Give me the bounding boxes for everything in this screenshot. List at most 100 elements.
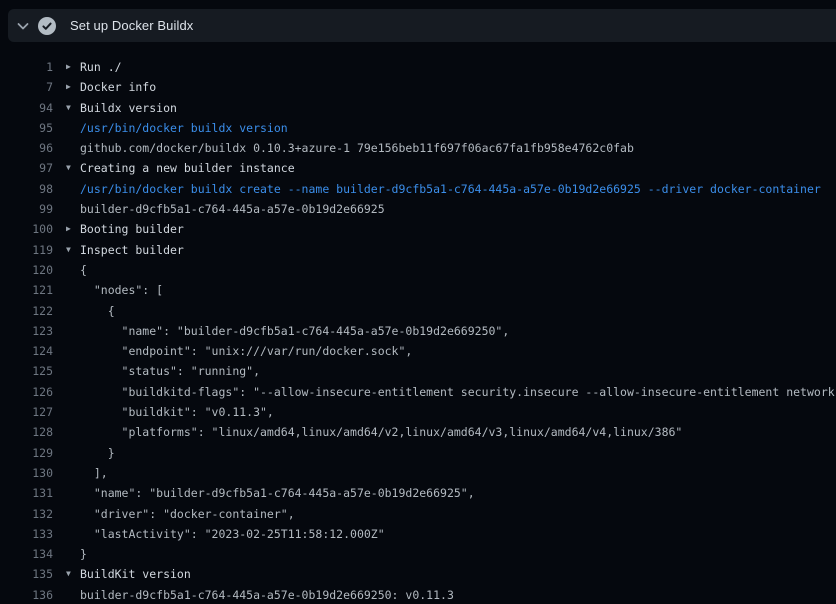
step-header[interactable]: Set up Docker Buildx: [8, 9, 836, 42]
log-line: 126 "buildkitd-flags": "--allow-insecure…: [0, 382, 836, 402]
line-number[interactable]: 130: [0, 463, 53, 483]
caret-spacer: [53, 321, 80, 341]
line-number[interactable]: 98: [0, 179, 53, 199]
output-text: builder-d9cfb5a1-c764-445a-a57e-0b19d2e6…: [80, 199, 385, 219]
output-text: "lastActivity": "2023-02-25T11:58:12.000…: [80, 524, 385, 544]
log-line: 125 "status": "running",: [0, 361, 836, 381]
caret-spacer: [53, 138, 80, 158]
log-line: 123 "name": "builder-d9cfb5a1-c764-445a-…: [0, 321, 836, 341]
line-number[interactable]: 129: [0, 443, 53, 463]
group-title: Run ./: [80, 57, 122, 77]
line-number[interactable]: 126: [0, 382, 53, 402]
command-text: /usr/bin/docker buildx create --name bui…: [80, 179, 821, 199]
line-number[interactable]: 122: [0, 301, 53, 321]
caret-spacer: [53, 260, 80, 280]
log-group-row[interactable]: 100▶Booting builder: [0, 219, 836, 239]
line-number[interactable]: 99: [0, 199, 53, 219]
output-text: "name": "builder-d9cfb5a1-c764-445a-a57e…: [80, 321, 509, 341]
step-success-icon: [38, 17, 56, 35]
output-text: "buildkitd-flags": "--allow-insecure-ent…: [80, 382, 835, 402]
line-number[interactable]: 123: [0, 321, 53, 341]
caret-collapsed-icon[interactable]: ▶: [53, 57, 80, 77]
caret-spacer: [53, 585, 80, 604]
group-title: Docker info: [80, 77, 156, 97]
output-text: {: [80, 260, 87, 280]
line-number[interactable]: 119: [0, 240, 53, 260]
caret-expanded-icon[interactable]: ▼: [53, 158, 80, 178]
log-group-row[interactable]: 1▶Run ./: [0, 57, 836, 77]
line-number[interactable]: 136: [0, 585, 53, 604]
log-line: 121 "nodes": [: [0, 280, 836, 300]
caret-spacer: [53, 483, 80, 503]
output-text: {: [80, 301, 115, 321]
output-text: "nodes": [: [80, 280, 163, 300]
log-group-row[interactable]: 135▼BuildKit version: [0, 564, 836, 584]
caret-spacer: [53, 422, 80, 442]
log-line: 120 {: [0, 260, 836, 280]
log-line: 99 builder-d9cfb5a1-c764-445a-a57e-0b19d2…: [0, 199, 836, 219]
caret-spacer: [53, 382, 80, 402]
line-number[interactable]: 131: [0, 483, 53, 503]
group-title: BuildKit version: [80, 564, 191, 584]
line-number[interactable]: 94: [0, 98, 53, 118]
line-number[interactable]: 97: [0, 158, 53, 178]
caret-spacer: [53, 524, 80, 544]
log-line: 130 ],: [0, 463, 836, 483]
log-line: 129 }: [0, 443, 836, 463]
step-title: Set up Docker Buildx: [70, 18, 193, 33]
log-group-row[interactable]: 97▼Creating a new builder instance: [0, 158, 836, 178]
log-group-row[interactable]: 7▶Docker info: [0, 77, 836, 97]
log-line: 134}: [0, 544, 836, 564]
log-line: 133 "lastActivity": "2023-02-25T11:58:12…: [0, 524, 836, 544]
line-number[interactable]: 121: [0, 280, 53, 300]
caret-spacer: [53, 443, 80, 463]
line-number[interactable]: 127: [0, 402, 53, 422]
line-number[interactable]: 132: [0, 504, 53, 524]
caret-spacer: [53, 341, 80, 361]
log-lines: 1▶Run ./7▶Docker info94▼Buildx version95…: [0, 57, 836, 604]
line-number[interactable]: 96: [0, 138, 53, 158]
chevron-down-icon[interactable]: [15, 18, 31, 34]
caret-spacer: [53, 280, 80, 300]
output-text: github.com/docker/buildx 0.10.3+azure-1 …: [80, 138, 634, 158]
log-line: 127 "buildkit": "v0.11.3",: [0, 402, 836, 422]
caret-spacer: [53, 463, 80, 483]
group-title: Creating a new builder instance: [80, 158, 295, 178]
group-title: Booting builder: [80, 219, 184, 239]
group-title: Buildx version: [80, 98, 177, 118]
output-text: "platforms": "linux/amd64,linux/amd64/v2…: [80, 422, 682, 442]
caret-collapsed-icon[interactable]: ▶: [53, 77, 80, 97]
line-number[interactable]: 120: [0, 260, 53, 280]
caret-spacer: [53, 361, 80, 381]
output-text: "buildkit": "v0.11.3",: [80, 402, 274, 422]
log-line: 128 "platforms": "linux/amd64,linux/amd6…: [0, 422, 836, 442]
caret-spacer: [53, 199, 80, 219]
caret-collapsed-icon[interactable]: ▶: [53, 219, 80, 239]
log-line: 96 github.com/docker/buildx 0.10.3+azure-…: [0, 138, 836, 158]
caret-expanded-icon[interactable]: ▼: [53, 98, 80, 118]
line-number[interactable]: 125: [0, 361, 53, 381]
line-number[interactable]: 135: [0, 564, 53, 584]
actions-log-viewer: Set up Docker Buildx 1▶Run ./7▶Docker in…: [0, 0, 836, 604]
line-number[interactable]: 133: [0, 524, 53, 544]
log-line: 95/usr/bin/docker buildx version: [0, 118, 836, 138]
line-number[interactable]: 128: [0, 422, 53, 442]
log-line: 131 "name": "builder-d9cfb5a1-c764-445a-…: [0, 483, 836, 503]
line-number[interactable]: 1: [0, 57, 53, 77]
line-number[interactable]: 134: [0, 544, 53, 564]
log-line: 122 {: [0, 301, 836, 321]
log-group-row[interactable]: 119▼Inspect builder: [0, 240, 836, 260]
caret-spacer: [53, 402, 80, 422]
log-group-row[interactable]: 94▼Buildx version: [0, 98, 836, 118]
caret-expanded-icon[interactable]: ▼: [53, 564, 80, 584]
output-text: builder-d9cfb5a1-c764-445a-a57e-0b19d2e6…: [80, 585, 454, 604]
output-text: "endpoint": "unix:///var/run/docker.sock…: [80, 341, 412, 361]
line-number[interactable]: 124: [0, 341, 53, 361]
line-number[interactable]: 95: [0, 118, 53, 138]
log-line: 132 "driver": "docker-container",: [0, 504, 836, 524]
line-number[interactable]: 7: [0, 77, 53, 97]
caret-expanded-icon[interactable]: ▼: [53, 240, 80, 260]
log-line: 136 builder-d9cfb5a1-c764-445a-a57e-0b19d…: [0, 585, 836, 604]
line-number[interactable]: 100: [0, 219, 53, 239]
caret-spacer: [53, 179, 80, 199]
